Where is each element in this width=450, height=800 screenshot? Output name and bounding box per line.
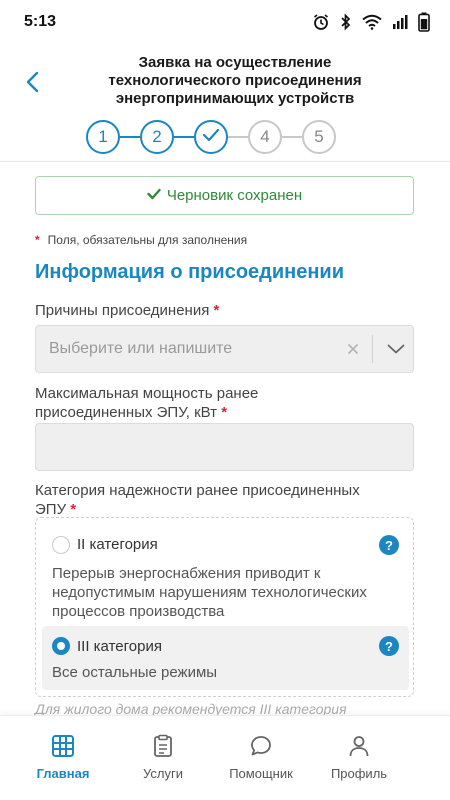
clipboard-icon bbox=[151, 734, 175, 758]
reliability-hint: Для жилого дома рекомендуется III катего… bbox=[35, 701, 347, 715]
help-icon[interactable]: ? bbox=[379, 535, 399, 555]
radio-option-description-line: Все остальные режимы bbox=[52, 664, 218, 681]
step-connector bbox=[228, 136, 248, 138]
required-asterisk: * bbox=[221, 404, 228, 421]
required-note-text: Поля, обязательны для заполнения bbox=[47, 233, 248, 247]
step-4[interactable]: 4 bbox=[248, 120, 282, 154]
back-button[interactable] bbox=[18, 70, 46, 98]
step-5[interactable]: 5 bbox=[302, 120, 336, 154]
radio-option-description-line: процессов производства bbox=[52, 603, 225, 620]
clear-icon[interactable] bbox=[340, 343, 366, 355]
draft-saved-text: Черновик сохранен bbox=[166, 187, 303, 204]
required-fields-note: * Поля, обязательны для заполнения bbox=[35, 233, 247, 247]
wifi-icon bbox=[362, 14, 382, 30]
section-title: Информация о присоединении bbox=[35, 261, 345, 283]
combo-divider bbox=[372, 335, 373, 363]
status-bar: 5:13 bbox=[0, 0, 450, 44]
radio-option-category-2[interactable]: II категория ? Перерыв энергоснабжения п… bbox=[42, 526, 409, 620]
chevron-left-icon bbox=[25, 71, 39, 98]
radio-option-description-line: недопустимым нарушениям технологических bbox=[52, 584, 367, 601]
nav-item-services[interactable]: Услуги bbox=[113, 716, 213, 800]
nav-label: Услуги bbox=[143, 766, 183, 781]
page-title-line-1: Заявка на осуществление bbox=[138, 54, 332, 71]
reasons-label: Причины присоединения * bbox=[35, 301, 219, 320]
check-icon bbox=[147, 187, 161, 204]
max-power-input[interactable] bbox=[35, 423, 414, 471]
step-connector bbox=[174, 136, 194, 138]
check-icon bbox=[202, 127, 220, 147]
nav-item-assistant[interactable]: Помощник bbox=[211, 716, 311, 800]
home-grid-icon bbox=[51, 734, 75, 758]
step-connector bbox=[282, 136, 302, 138]
nav-item-home[interactable]: Главная bbox=[13, 716, 113, 800]
chat-bubble-icon bbox=[249, 734, 273, 758]
step-1[interactable]: 1 bbox=[86, 120, 120, 154]
reliability-radio-group: II категория ? Перерыв энергоснабжения п… bbox=[35, 517, 414, 697]
page-title: Заявка на осуществление технологического… bbox=[60, 54, 410, 108]
nav-label: Помощник bbox=[229, 766, 293, 781]
max-power-label-line-2: присоединенных ЭПУ, кВт bbox=[35, 404, 218, 421]
step-connector bbox=[120, 136, 140, 138]
bluetooth-icon bbox=[340, 13, 352, 31]
reliability-label-line-2: ЭПУ bbox=[35, 501, 67, 518]
radio-option-title: III категория bbox=[77, 638, 162, 655]
nav-item-profile[interactable]: Профиль bbox=[309, 716, 409, 800]
signal-icon bbox=[392, 14, 408, 30]
max-power-label-line-1: Максимальная мощность ранее bbox=[35, 385, 259, 402]
radio-button[interactable] bbox=[52, 536, 70, 554]
radio-option-title: II категория bbox=[77, 536, 158, 553]
alarm-icon bbox=[312, 13, 330, 31]
step-3[interactable] bbox=[194, 120, 228, 154]
reasons-placeholder[interactable]: Выберите или напишите bbox=[36, 340, 340, 358]
reliability-label: Категория надежности ранее присоединенны… bbox=[35, 481, 360, 519]
radio-option-description-line: Перерыв энергоснабжения приводит к bbox=[52, 565, 321, 582]
bottom-navigation: Главная Услуги Помощник Профиль bbox=[0, 715, 450, 800]
max-power-label: Максимальная мощность ранее присоединенн… bbox=[35, 384, 258, 422]
nav-label: Главная bbox=[36, 766, 90, 781]
reliability-label-line-1: Категория надежности ранее присоединенны… bbox=[35, 482, 360, 499]
radio-option-description: Перерыв энергоснабжения приводит к недоп… bbox=[52, 564, 399, 621]
page-title-line-3: энергопринимающих устройств bbox=[115, 90, 355, 107]
form-content[interactable]: Черновик сохранен * Поля, обязательны дл… bbox=[0, 163, 450, 715]
battery-icon bbox=[418, 12, 430, 32]
help-icon[interactable]: ? bbox=[379, 636, 399, 656]
step-2[interactable]: 2 bbox=[140, 120, 174, 154]
chevron-down-icon[interactable] bbox=[379, 344, 413, 354]
page-title-line-2: технологического присоединения bbox=[108, 72, 362, 89]
person-icon bbox=[347, 734, 371, 758]
radio-button-selected[interactable] bbox=[52, 637, 70, 655]
reasons-label-text: Причины присоединения bbox=[35, 302, 210, 319]
step-progress: 1 2 4 5 bbox=[86, 120, 340, 154]
page-header: Заявка на осуществление технологического… bbox=[0, 44, 450, 162]
radio-option-description: Все остальные режимы bbox=[52, 663, 399, 682]
radio-option-category-3[interactable]: III категория ? Все остальные режимы bbox=[42, 626, 409, 690]
reasons-combobox[interactable]: Выберите или напишите bbox=[35, 325, 414, 373]
status-icons bbox=[312, 12, 430, 32]
required-asterisk: * bbox=[70, 501, 77, 518]
required-asterisk: * bbox=[35, 233, 40, 247]
status-time: 5:13 bbox=[24, 13, 57, 30]
nav-label: Профиль bbox=[330, 766, 388, 781]
draft-saved-banner: Черновик сохранен bbox=[35, 176, 414, 215]
required-asterisk: * bbox=[213, 302, 220, 319]
